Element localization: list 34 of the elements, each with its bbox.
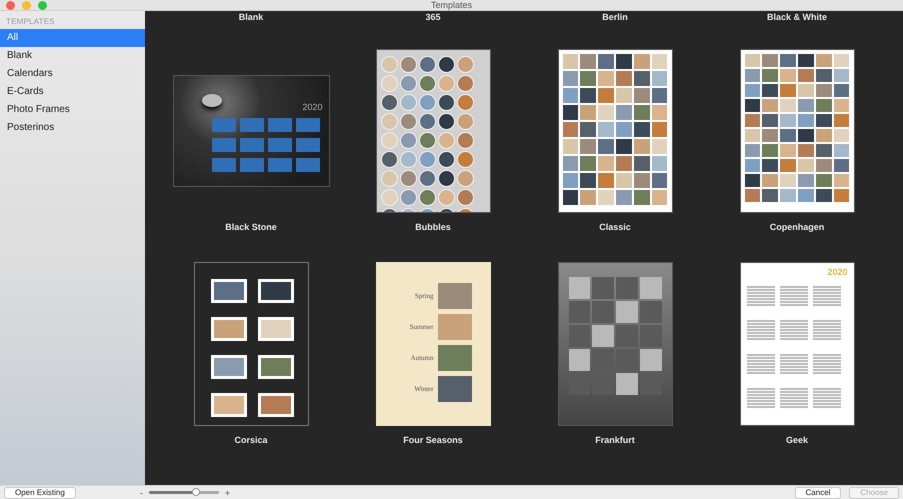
template-name[interactable]: Berlin xyxy=(602,11,628,23)
zoom-slider[interactable] xyxy=(148,491,219,494)
template-name[interactable]: Blank xyxy=(238,11,264,23)
zoom-out-label: - xyxy=(140,488,143,498)
slider-thumb[interactable] xyxy=(192,488,200,496)
template-name[interactable]: Classic xyxy=(599,218,631,236)
template-name[interactable]: Corsica xyxy=(234,431,268,449)
sidebar-item[interactable]: Posterinos xyxy=(0,119,145,137)
window-title: Templates xyxy=(430,0,472,10)
template-name[interactable]: Black Stone xyxy=(225,218,277,236)
zoom-in-label: + xyxy=(224,488,230,498)
template-name[interactable]: Black & White xyxy=(766,11,827,23)
template-name[interactable]: Frankfurt xyxy=(595,431,635,449)
photo-placeholder xyxy=(438,283,472,309)
template-preview[interactable]: 2020 xyxy=(172,75,330,187)
template-name[interactable]: Bubbles xyxy=(415,218,451,236)
template-name[interactable]: Geek xyxy=(786,431,808,449)
year-text: 2020 xyxy=(827,267,848,277)
template-name[interactable]: 365 xyxy=(425,11,441,23)
open-existing-button[interactable]: Open Existing xyxy=(4,486,76,498)
template-name[interactable]: Four Seasons xyxy=(403,431,463,449)
sidebar-item[interactable]: Calendars xyxy=(0,65,145,83)
photo-placeholder xyxy=(438,376,472,402)
template-name[interactable]: Copenhagen xyxy=(770,218,824,236)
sidebar-item[interactable]: Photo Frames xyxy=(0,101,145,119)
sidebar-item[interactable]: All xyxy=(0,29,145,47)
section-header: TEMPLATES xyxy=(5,16,56,28)
photo-placeholder xyxy=(438,345,472,371)
sidebar-item[interactable]: Blank xyxy=(0,47,145,65)
cancel-button[interactable]: Cancel xyxy=(794,486,842,498)
sidebar-item[interactable]: E-Cards xyxy=(0,83,145,101)
stone-drawing xyxy=(202,94,222,107)
year-text: 2020 xyxy=(302,102,322,112)
photo-placeholder xyxy=(438,314,472,340)
